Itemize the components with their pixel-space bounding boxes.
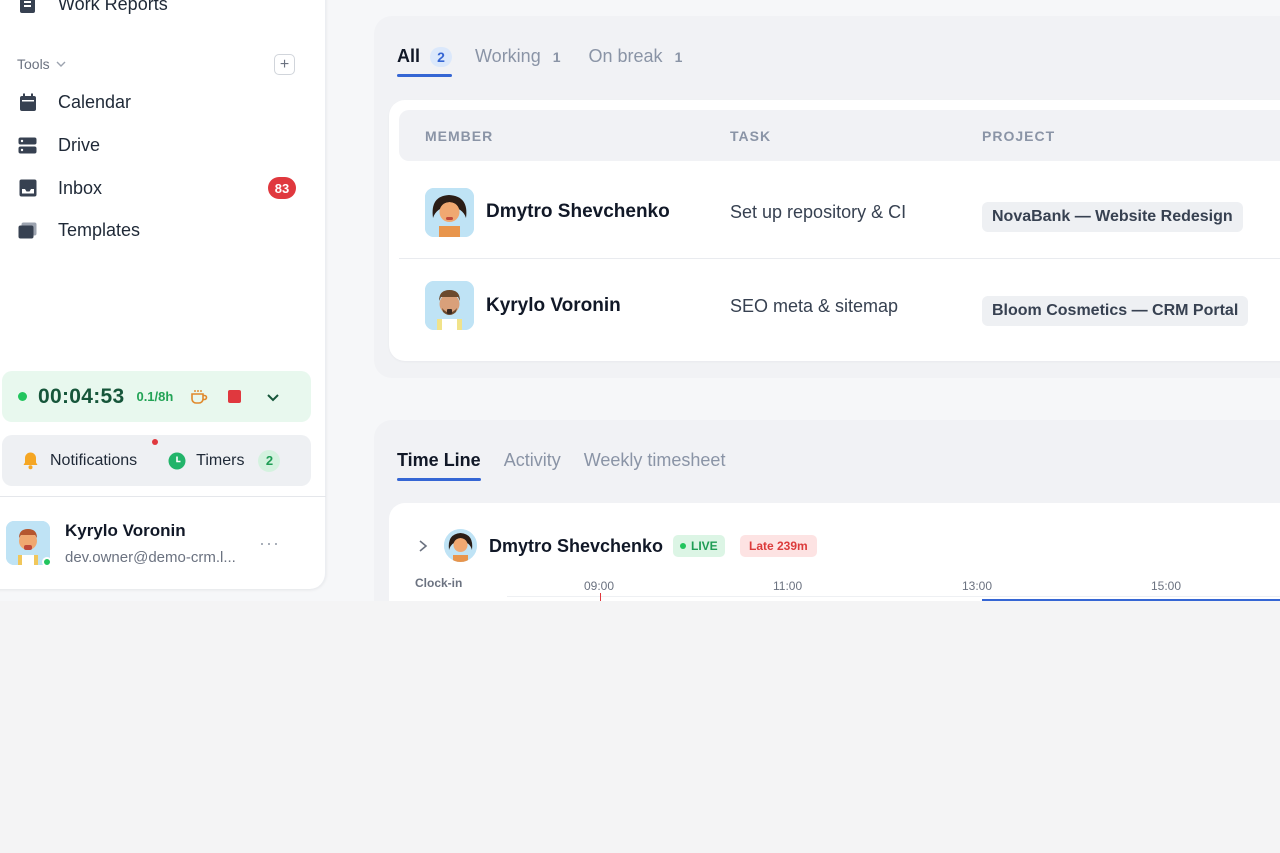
timeline-tabs: Time Line Activity Weekly timesheet [397, 450, 725, 481]
calendar-icon [18, 93, 37, 112]
document-icon [18, 0, 37, 14]
inbox-icon [18, 179, 37, 198]
online-status-dot [42, 557, 52, 567]
more-options-icon[interactable]: ··· [259, 533, 280, 554]
sidebar-item-templates[interactable]: Templates [18, 216, 314, 244]
coffee-break-icon[interactable] [190, 388, 208, 406]
sidebar-item-label: Calendar [58, 91, 132, 112]
avatar [425, 188, 474, 237]
table-row[interactable]: Kyrylo Voronin SEO meta & sitemap Bloom … [399, 260, 1280, 353]
chevron-down-icon[interactable] [265, 389, 281, 405]
timer-running-dot [18, 392, 27, 401]
sidebar-item-label: Templates [58, 219, 141, 240]
chevron-right-icon[interactable] [417, 539, 429, 553]
unread-indicator [152, 439, 158, 445]
active-timer: 00:04:53 0.1/8h [2, 371, 311, 422]
late-status-badge: Late 239m [740, 535, 817, 557]
sidebar: Work Reports Tools + Calendar Drive Inbo… [0, 0, 326, 589]
worked-time-bar [982, 599, 1280, 601]
clock-in-marker [600, 593, 601, 601]
timer-elapsed: 00:04:53 [38, 384, 125, 408]
member-name[interactable]: Dmytro Shevchenko [486, 201, 670, 223]
timer-daily-ratio: 0.1/8h [136, 389, 174, 404]
tab-all[interactable]: All 2 [397, 46, 453, 77]
task-name: Set up repository & CI [730, 202, 907, 222]
templates-icon [18, 221, 37, 240]
table-row[interactable]: Dmytro Shevchenko Set up repository & CI… [399, 166, 1280, 259]
tab-label: Working [475, 46, 541, 66]
add-tool-button[interactable]: + [274, 54, 295, 75]
column-header-member[interactable]: MEMBER [425, 128, 493, 144]
clock-icon[interactable] [168, 452, 186, 470]
user-name: Kyrylo Voronin [65, 521, 186, 540]
timers-button[interactable]: Timers [196, 452, 244, 470]
live-status-badge: LIVE [673, 535, 725, 557]
avatar [444, 529, 477, 562]
stop-timer-button[interactable] [228, 390, 242, 403]
user-profile-card[interactable]: Kyrylo Voronin dev.owner@demo-crm.l... ·… [6, 519, 306, 569]
table-header: MEMBER TASK PROJECT [399, 110, 1280, 161]
timeline-member-name[interactable]: Dmytro Shevchenko [489, 536, 663, 557]
notifications-button[interactable]: Notifications [50, 452, 137, 470]
live-dot [680, 543, 686, 549]
tab-activity[interactable]: Activity [504, 450, 561, 481]
clock-in-label: Clock-in [415, 576, 463, 590]
tab-working[interactable]: Working 1 [475, 46, 561, 77]
sidebar-item-drive[interactable]: Drive [18, 131, 314, 159]
user-email: dev.owner@demo-crm.l... [65, 549, 236, 566]
live-label: LIVE [691, 539, 718, 553]
tab-label: On break [588, 46, 663, 66]
app-viewport: Work Reports Tools + Calendar Drive Inbo… [0, 0, 1280, 601]
tab-label: Activity [503, 450, 561, 470]
sidebar-divider [0, 496, 326, 497]
task-name: SEO meta & sitemap [730, 296, 899, 316]
timeline-tick: 09:00 [584, 579, 615, 593]
avatar [425, 281, 474, 330]
project-tag[interactable]: NovaBank — Website Redesign [982, 202, 1243, 232]
timeline-tick: 11:00 [773, 579, 803, 593]
tools-section-label: Tools [17, 56, 50, 72]
sidebar-item-inbox[interactable]: Inbox 83 [18, 174, 314, 202]
tab-on-break[interactable]: On break 1 [589, 46, 683, 77]
sidebar-item-work-reports[interactable]: Work Reports [18, 0, 314, 18]
timeline-track [507, 596, 1280, 597]
timeline-card: Dmytro Shevchenko LIVE Late 239m Clock-i… [389, 503, 1280, 601]
tab-label: Weekly timesheet [583, 450, 726, 470]
sidebar-item-label: Work Reports [58, 0, 168, 14]
tab-label: Time Line [397, 450, 481, 470]
project-tag[interactable]: Bloom Cosmetics — CRM Portal [982, 296, 1249, 326]
drive-icon [18, 136, 37, 155]
column-header-task[interactable]: TASK [730, 128, 771, 144]
tab-count: 1 [674, 48, 683, 65]
tab-label: All [397, 46, 421, 66]
timeline-tick: 13:00 [962, 579, 993, 593]
timers-count-badge: 2 [258, 449, 281, 472]
sidebar-item-label: Drive [58, 134, 101, 155]
tab-weekly-timesheet[interactable]: Weekly timesheet [584, 450, 726, 481]
inbox-count-badge: 83 [268, 177, 296, 199]
members-table: MEMBER TASK PROJECT Dmytro Shevchenko Se… [389, 100, 1280, 361]
tools-section-toggle[interactable]: Tools [17, 56, 66, 72]
tab-count: 1 [552, 48, 561, 65]
tab-time-line[interactable]: Time Line [397, 450, 481, 481]
sidebar-item-label: Inbox [58, 177, 103, 198]
member-name[interactable]: Kyrylo Voronin [486, 295, 621, 317]
sidebar-item-calendar[interactable]: Calendar [18, 88, 314, 116]
tab-count: 2 [430, 46, 453, 67]
chevron-down-icon [56, 61, 66, 67]
bell-icon[interactable] [21, 451, 40, 470]
column-header-project[interactable]: PROJECT [982, 128, 1055, 144]
utility-bar: Notifications Timers 2 [2, 435, 311, 486]
status-tabs: All 2 Working 1 On break 1 [397, 46, 682, 77]
timeline-tick: 15:00 [1151, 579, 1182, 593]
